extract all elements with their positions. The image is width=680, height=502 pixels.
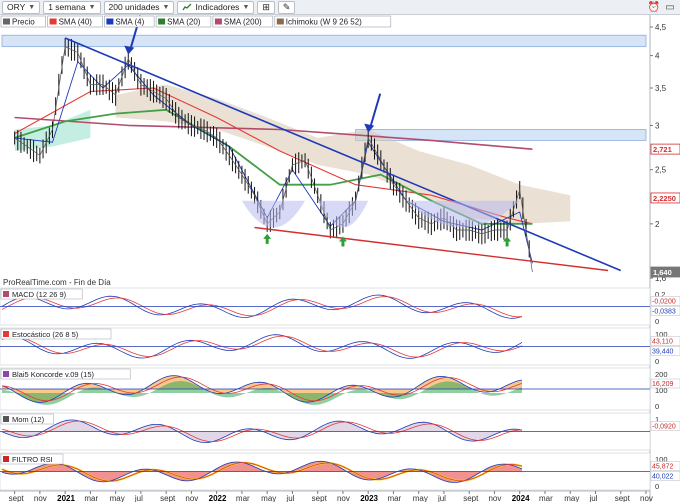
time-tick-label: may: [413, 494, 428, 502]
time-tick-label: 2021: [57, 494, 75, 502]
pencil-icon: ✎: [282, 1, 291, 12]
time-tick-label: sept: [615, 494, 631, 502]
legend-swatch: [49, 18, 57, 25]
legend-swatch: [3, 18, 10, 25]
price-tick-label: 4: [655, 52, 660, 61]
zoom-icon: ⊞: [262, 1, 270, 12]
rsi-badge-label: 40,022: [652, 474, 674, 481]
ticker-label: ORY: [7, 2, 26, 12]
time-tick-label: 2022: [209, 494, 227, 502]
mom-title: Mom (12): [12, 415, 45, 424]
source-note: ProRealTime.com - Fin de Día: [3, 278, 111, 287]
draw-button[interactable]: ✎: [277, 0, 296, 14]
time-tick-label: sept: [9, 494, 25, 502]
time-tick-label: mar: [236, 494, 250, 502]
konc-title-swatch: [3, 371, 9, 377]
price-panel: [0, 15, 650, 274]
rsi-badge-label: 45,872: [652, 464, 674, 471]
time-tick-label: sept: [463, 494, 479, 502]
time-tick-label: may: [110, 494, 125, 502]
time-tick-label: nov: [488, 494, 501, 502]
zoom-button[interactable]: ⊞: [257, 0, 275, 14]
legend-label: SMA (40): [59, 18, 93, 27]
time-tick-label: nov: [185, 494, 198, 502]
time-tick-label: jul: [437, 494, 446, 502]
legend-swatch: [158, 18, 166, 25]
time-tick-label: mar: [539, 494, 553, 502]
legend-label: SMA (20): [167, 18, 201, 27]
macd-title: MACD (12 26 9): [12, 290, 67, 299]
time-tick-label: mar: [84, 494, 98, 502]
macd-badge-label: -0,0383: [652, 309, 676, 316]
toolbar: ORY ▼ 1 semana ▼ 200 unidades ▼ Indicado…: [0, 0, 680, 15]
legend-swatch: [276, 18, 284, 25]
time-tick-label: may: [564, 494, 579, 502]
mom-badge-label: -0,0920: [652, 424, 676, 431]
price-legend: Precio SMA (40) SMA (4) SMA (20) SMA (200) Ic…: [0, 15, 392, 28]
maximize-icon[interactable]: ▭: [664, 1, 676, 13]
chevron-down-icon: ▼: [162, 3, 170, 11]
rsi-axis-label: 0: [655, 482, 659, 491]
legend-swatch: [106, 18, 114, 25]
time-tick-label: jul: [134, 494, 143, 502]
konc-badge-label: 16,209: [652, 381, 674, 388]
stoch-title: Estocástico (26 8 5): [12, 330, 79, 339]
ticker-selector[interactable]: ORY ▼: [2, 0, 41, 14]
price-tick-label: 3: [655, 121, 660, 130]
price-tick-label: 2,5: [655, 166, 667, 175]
units-label: 200 unidades: [108, 2, 160, 12]
rsi-title: FILTRO RSI: [12, 455, 53, 464]
price-tick-label: 2: [655, 220, 660, 229]
resistance-zone: [1, 34, 647, 48]
price-tick-label: 3,5: [655, 84, 667, 93]
chevron-down-icon: ▼: [242, 3, 250, 11]
stoch-badge-label: 39,440: [652, 349, 674, 356]
price-tick-label: 4,5: [655, 23, 667, 32]
time-tick-label: nov: [34, 494, 47, 502]
macd-title-swatch: [3, 291, 9, 297]
rsi-title-swatch: [3, 456, 9, 462]
legend-label: Ichimoku (W 9 26 52): [286, 18, 362, 27]
units-selector[interactable]: 200 unidades ▼: [103, 0, 175, 14]
chart-area: Precio SMA (40) SMA (4) SMA (20) SMA (200) Ic…: [0, 15, 680, 502]
price-badge-label: 1,640: [653, 268, 672, 277]
konc-title: Blai5 Koncorde v.09 (15): [12, 370, 94, 379]
time-tick-label: sept: [160, 494, 176, 502]
stoch-badge-label: 43,110: [652, 339, 673, 346]
time-tick-label: nov: [640, 494, 653, 502]
legend-label: Precio: [12, 18, 35, 27]
indicators-button[interactable]: Indicadores ▼: [177, 0, 255, 14]
stoch-axis-label: 0: [655, 357, 659, 366]
time-tick-label: mar: [387, 494, 401, 502]
legend-swatch: [214, 18, 222, 25]
time-tick-label: 2024: [512, 494, 530, 502]
indicators-icon: [182, 3, 192, 11]
time-tick-label: may: [261, 494, 276, 502]
macd-axis-label: 0: [655, 317, 659, 326]
chevron-down-icon: ▼: [28, 3, 36, 11]
chevron-down-icon: ▼: [88, 3, 96, 11]
price-badge-label: 2,721: [653, 145, 672, 154]
timeframe-label: 1 semana: [48, 2, 86, 12]
konc-axis-label: 200: [655, 370, 668, 379]
time-tick-label: jul: [588, 494, 597, 502]
konc-axis-label: 0: [655, 402, 659, 411]
price-badge-label: 2,2250: [653, 194, 676, 203]
time-tick-label: sept: [312, 494, 328, 502]
time-tick-label: nov: [337, 494, 350, 502]
indicators-label: Indicadores: [195, 2, 240, 12]
time-tick-label: jul: [285, 494, 294, 502]
indicator-panels: MACD (12 26 9) 0,20-0,0200-0,0383Estocást…: [0, 287, 680, 491]
time-tick-label: 2023: [360, 494, 378, 502]
timeframe-selector[interactable]: 1 semana ▼: [43, 0, 101, 14]
mom-title-swatch: [3, 416, 9, 422]
legend-label: SMA (4): [115, 18, 144, 27]
macd-badge-label: -0,0200: [652, 299, 676, 306]
legend-label: SMA (200): [224, 18, 262, 27]
stoch-title-swatch: [3, 331, 9, 337]
time-axis: sept nov 2021 mar may jul sept nov 2022 mar may jul…: [0, 490, 653, 502]
alarm-icon[interactable]: ⏰: [648, 1, 660, 13]
